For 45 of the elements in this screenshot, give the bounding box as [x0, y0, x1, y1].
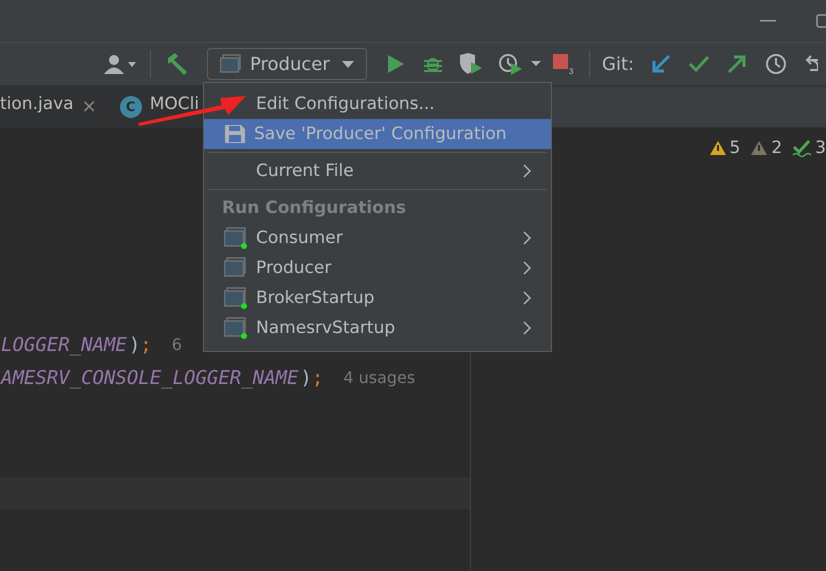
- code-token: ): [300, 366, 312, 388]
- inspection-count[interactable]: 2: [750, 138, 782, 158]
- menu-item[interactable]: BrokerStartup: [204, 283, 551, 313]
- code-token: ;: [312, 366, 324, 388]
- menu-item[interactable]: Consumer: [204, 223, 551, 253]
- close-button[interactable]: ×: [82, 98, 97, 116]
- class-icon: C: [120, 96, 142, 118]
- usages-hint[interactable]: 4 usages: [343, 368, 416, 387]
- update-arrow-icon[interactable]: [651, 54, 672, 74]
- warning-icon: [708, 140, 727, 156]
- usages-hint[interactable]: 6: [172, 335, 182, 354]
- menu-item[interactable]: Producer: [204, 253, 551, 283]
- inspection-count[interactable]: 5: [708, 138, 740, 158]
- editor-tab[interactable]: tion.java ×: [0, 87, 108, 127]
- commit-check-icon[interactable]: [689, 55, 710, 73]
- git-label: Git:: [602, 54, 634, 74]
- save-icon: [224, 124, 246, 144]
- caret-icon: [342, 60, 354, 68]
- chevron-right-icon: [523, 164, 531, 178]
- hammer-icon[interactable]: [165, 52, 189, 76]
- run-config-dropdown[interactable]: Producer: [207, 48, 367, 80]
- user-icon[interactable]: [102, 53, 136, 75]
- run-icon[interactable]: [387, 54, 405, 74]
- coverage-icon[interactable]: [459, 53, 483, 75]
- warning-icon: [750, 140, 768, 156]
- history-clock-icon[interactable]: [765, 53, 788, 75]
- typo-check-icon: [792, 139, 812, 157]
- menu-section-header: Run Configurations: [221, 197, 408, 220]
- config-icon: [220, 54, 242, 74]
- menu-item[interactable]: Current File: [204, 156, 551, 186]
- profiler-icon[interactable]: [499, 53, 543, 75]
- chevron-right-icon: [523, 261, 531, 275]
- code-token: ;: [140, 334, 152, 356]
- code-token: LOGGER_NAME: [1, 334, 128, 356]
- code-token: ): [128, 334, 140, 356]
- code-token: AMESRV_CONSOLE_LOGGER_NAME: [1, 366, 300, 388]
- minimize-icon[interactable]: [760, 20, 776, 22]
- rollback-icon[interactable]: [804, 54, 818, 74]
- chevron-right-icon: [523, 291, 531, 305]
- push-arrow-icon[interactable]: [727, 54, 748, 74]
- chevron-right-icon: [523, 321, 531, 335]
- restore-icon[interactable]: [816, 14, 826, 28]
- inspection-count[interactable]: 3: [792, 138, 826, 158]
- menu-item[interactable]: NamesrvStartup: [204, 313, 551, 343]
- chevron-right-icon: [523, 231, 531, 245]
